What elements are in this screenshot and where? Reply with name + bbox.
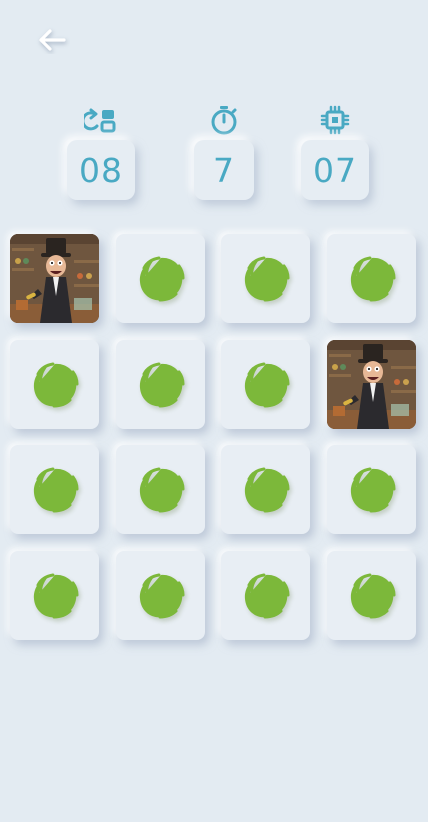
portal-swirl-icon [346,465,398,515]
pairs-stat: 07 [301,104,369,200]
portal-swirl-icon [346,254,398,304]
memory-card-face-down[interactable] [116,551,205,640]
portal-swirl-icon [29,571,81,621]
memory-card-face-up[interactable] [327,340,416,429]
time-counter: 7 [194,140,254,200]
memory-card-face-down[interactable] [116,234,205,323]
portal-swirl-icon [135,465,187,515]
memory-card-face-down[interactable] [10,340,99,429]
memory-card-face-down[interactable] [221,340,310,429]
arrow-left-icon [34,26,70,58]
pairs-counter: 07 [301,140,369,200]
time-stat: 7 [194,104,254,200]
swap-cards-icon [84,104,118,136]
memory-card-face-down[interactable] [10,445,99,534]
portal-swirl-icon [135,571,187,621]
portal-swirl-icon [29,465,81,515]
memory-card-face-down[interactable] [10,551,99,640]
portal-swirl-icon [135,254,187,304]
memory-card-face-up[interactable] [10,234,99,323]
memory-card-face-down[interactable] [221,234,310,323]
moves-counter: 08 [67,140,135,200]
portal-swirl-icon [346,571,398,621]
memory-card-face-down[interactable] [327,445,416,534]
portal-swirl-icon [135,360,187,410]
portal-swirl-icon [240,254,292,304]
top-hat-character-illustration [10,234,99,323]
memory-card-face-down[interactable] [221,551,310,640]
memory-card-face-down[interactable] [327,234,416,323]
portal-swirl-icon [240,571,292,621]
chip-icon [320,104,350,136]
moves-stat: 08 [67,104,135,200]
memory-card-face-down[interactable] [116,340,205,429]
portal-swirl-icon [240,465,292,515]
stats-bar: 08 7 07 [0,104,428,214]
portal-swirl-icon [29,360,81,410]
stopwatch-icon [208,104,240,136]
top-hat-character-illustration [327,340,416,429]
memory-card-face-down[interactable] [116,445,205,534]
memory-card-face-down[interactable] [327,551,416,640]
memory-card-face-down[interactable] [221,445,310,534]
back-button[interactable] [28,20,76,64]
portal-swirl-icon [240,360,292,410]
